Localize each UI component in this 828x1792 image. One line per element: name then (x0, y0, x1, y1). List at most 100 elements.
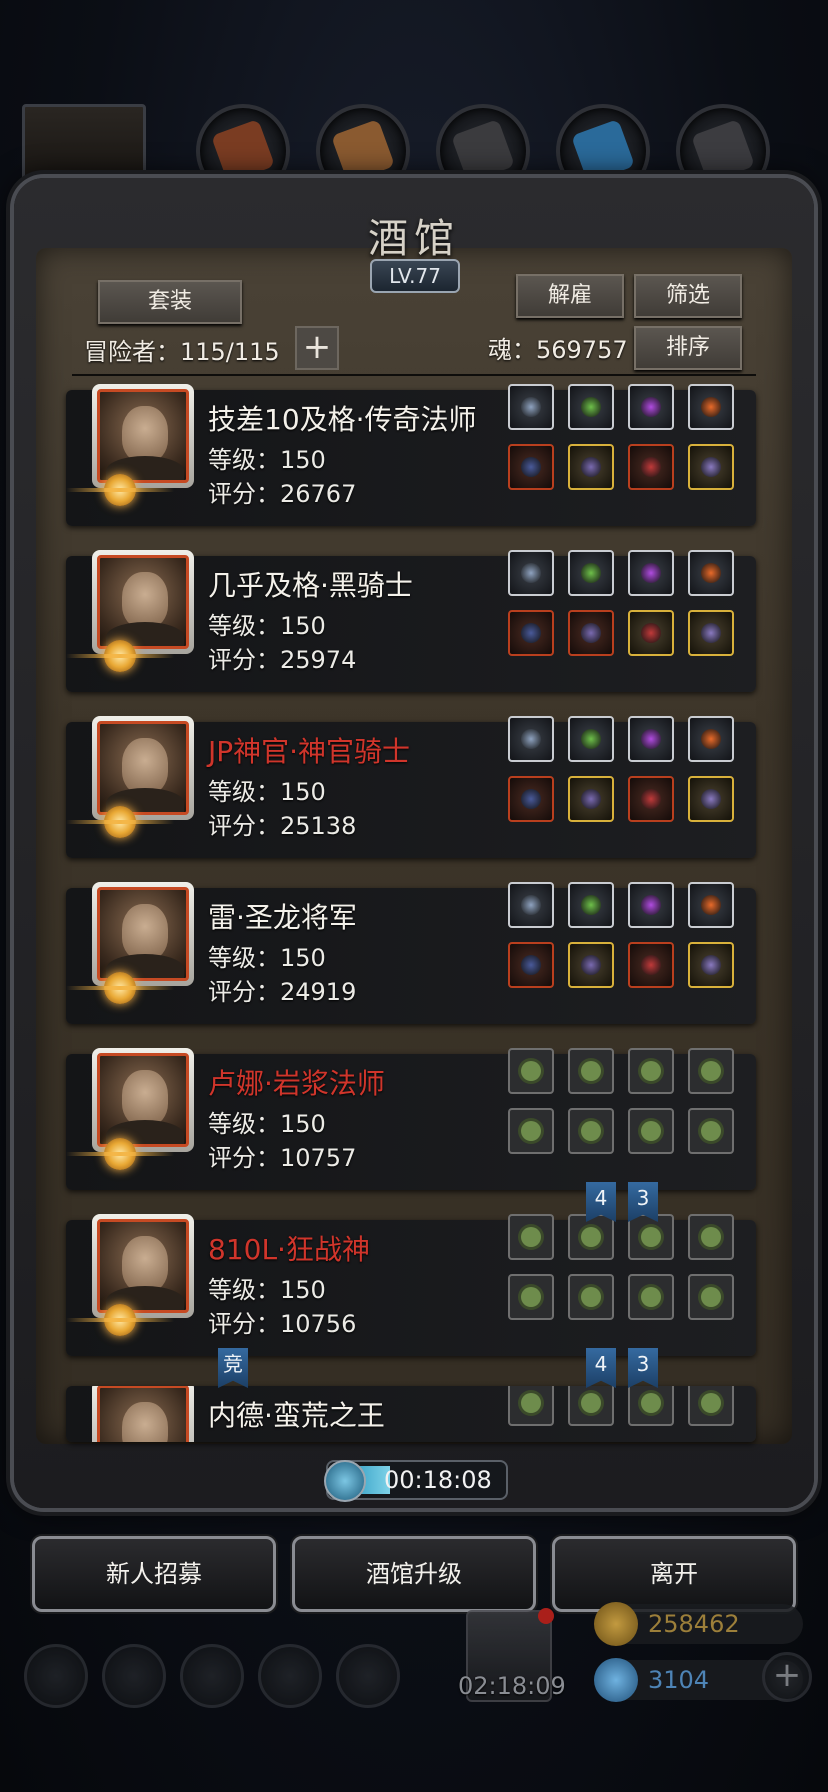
equipment-slot[interactable] (628, 444, 674, 490)
equipment-slot[interactable] (688, 1386, 734, 1426)
equipment-slot[interactable] (628, 1048, 674, 1094)
equipment-slot[interactable] (508, 776, 554, 822)
equipment-slot[interactable] (568, 776, 614, 822)
equipment-slot[interactable] (508, 882, 554, 928)
equipment-icon (641, 397, 661, 417)
equipment-slot[interactable] (688, 1048, 734, 1094)
equipment-slot[interactable] (508, 550, 554, 596)
equipment-icon (521, 623, 541, 643)
equipment-slot[interactable] (688, 444, 734, 490)
settings-icon[interactable] (24, 1644, 88, 1708)
equipment-slot[interactable] (688, 1274, 734, 1320)
equipment-icon (521, 397, 541, 417)
hero-portrait[interactable] (92, 384, 194, 488)
hero-portrait[interactable] (92, 1386, 194, 1442)
hero-card[interactable]: 几乎及格·黑骑士 等级：150 评分：25974 (66, 550, 756, 692)
empty-slot-icon (581, 1287, 601, 1307)
hero-portrait[interactable] (92, 1214, 194, 1318)
portrait-frame (97, 389, 189, 483)
equipment-slot[interactable] (628, 776, 674, 822)
hero-name: JP神官·神官骑士 (208, 735, 411, 768)
equipment-slot[interactable] (568, 1048, 614, 1094)
sort-button[interactable]: 排序 (634, 326, 742, 370)
equipment-slot[interactable] (508, 1214, 554, 1260)
hero-portrait[interactable] (92, 882, 194, 986)
add-resource-button[interactable]: + (762, 1652, 812, 1702)
arena-icon[interactable] (180, 1644, 244, 1708)
equipment-slot[interactable] (508, 384, 554, 430)
empty-slot-icon (641, 1061, 661, 1081)
equipment-slot[interactable] (628, 550, 674, 596)
equipment-slot[interactable] (568, 444, 614, 490)
gem-value: 3104 (648, 1666, 710, 1694)
equipment-slot[interactable] (508, 942, 554, 988)
equipment-slot[interactable] (628, 1386, 674, 1426)
equipment-slot[interactable] (508, 444, 554, 490)
equipment-slot[interactable] (688, 942, 734, 988)
equipment-slot[interactable] (568, 942, 614, 988)
equipment-slot[interactable] (508, 1048, 554, 1094)
equipment-slot[interactable] (568, 384, 614, 430)
emblem-icon[interactable] (102, 1644, 166, 1708)
hero-level: 等级：150 (208, 944, 326, 972)
set-button[interactable]: 套装 (98, 280, 242, 324)
add-slot-button[interactable]: + (295, 326, 339, 370)
equipment-slot[interactable] (568, 550, 614, 596)
equipment-slot[interactable] (508, 1386, 554, 1426)
equipment-slot[interactable] (568, 716, 614, 762)
equipment-slot[interactable] (688, 882, 734, 928)
equipment-slot[interactable] (628, 882, 674, 928)
portrait-frame (97, 1053, 189, 1147)
equipment-icon (521, 955, 541, 975)
equipment-icon (581, 623, 601, 643)
equipment-slot[interactable] (688, 610, 734, 656)
hero-portrait[interactable] (92, 1048, 194, 1152)
equipment-slot[interactable] (508, 610, 554, 656)
equipment-slot[interactable] (568, 1214, 614, 1260)
equipment-slot[interactable] (568, 610, 614, 656)
equipment-slot[interactable] (628, 1214, 674, 1260)
empty-slot-icon (581, 1061, 601, 1081)
equipment-slot[interactable] (508, 716, 554, 762)
hero-card[interactable]: 卢娜·岩浆法师 等级：150 评分：10757 (66, 1048, 756, 1190)
page-title: 酒馆 (368, 216, 460, 262)
hero-card[interactable]: 内德·蛮荒之王 (66, 1386, 756, 1442)
equipment-slot[interactable] (628, 942, 674, 988)
filter-button[interactable]: 筛选 (634, 274, 742, 318)
equipment-slot[interactable] (568, 1108, 614, 1154)
equipment-icon (521, 789, 541, 809)
equipment-slot[interactable] (628, 1108, 674, 1154)
mail-icon[interactable] (258, 1644, 322, 1708)
equipment-slot[interactable] (568, 1386, 614, 1426)
recruit-button[interactable]: 新人招募 (32, 1536, 276, 1612)
hero-portrait[interactable] (92, 550, 194, 654)
equipment-slot[interactable] (688, 1214, 734, 1260)
equipment-slot[interactable] (688, 1108, 734, 1154)
equipment-slot[interactable] (688, 776, 734, 822)
cube-icon[interactable] (336, 1644, 400, 1708)
equipment-slot[interactable] (628, 384, 674, 430)
hero-card[interactable]: JP神官·神官骑士 等级：150 评分：25138 (66, 716, 756, 858)
equipment-icon (701, 457, 721, 477)
equipment-slot[interactable] (688, 550, 734, 596)
equipment-slot[interactable] (568, 882, 614, 928)
hero-portrait[interactable] (92, 716, 194, 820)
brown-item-icon (210, 118, 276, 184)
equipment-slot[interactable] (568, 1274, 614, 1320)
hero-name: 技差10及格·传奇法师 (208, 403, 477, 436)
equipment-slot[interactable] (508, 1108, 554, 1154)
hero-level: 等级：150 (208, 1110, 326, 1138)
hero-card[interactable]: 雷·圣龙将军 等级：150 评分：24919 (66, 882, 756, 1024)
hero-card[interactable]: 技差10及格·传奇法师 等级：150 评分：26767 (66, 384, 756, 526)
dismiss-button[interactable]: 解雇 (516, 274, 624, 318)
equipment-slot[interactable] (628, 716, 674, 762)
hero-card[interactable]: 810L·狂战神 等级：150 评分：10756 (66, 1214, 756, 1356)
equipment-slot[interactable] (628, 610, 674, 656)
equipment-slot[interactable] (508, 1274, 554, 1320)
equipment-slot[interactable] (628, 1274, 674, 1320)
equipment-slot[interactable] (688, 384, 734, 430)
upgrade-tavern-button[interactable]: 酒馆升级 (292, 1536, 536, 1612)
equipment-icon (701, 623, 721, 643)
equipment-slot[interactable] (688, 716, 734, 762)
leave-button[interactable]: 离开 (552, 1536, 796, 1612)
